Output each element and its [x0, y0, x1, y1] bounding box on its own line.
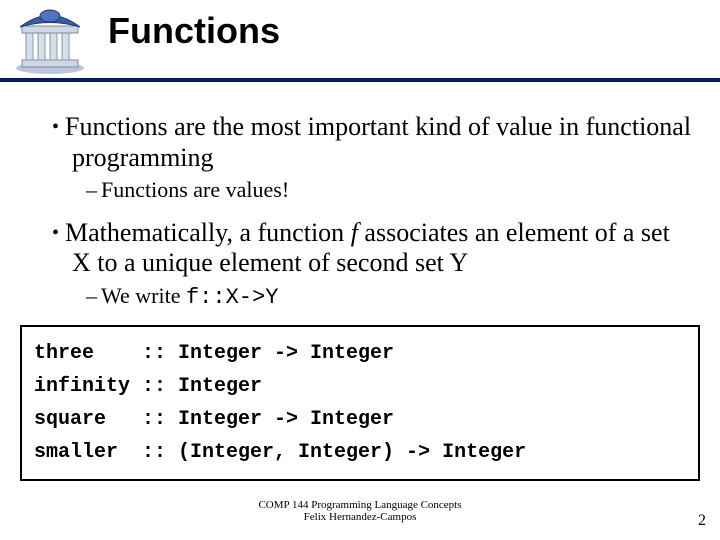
- slide-title: Functions: [108, 10, 280, 52]
- bullet-level1: •Functions are the most important kind o…: [52, 112, 692, 173]
- italic-f: f: [351, 218, 358, 247]
- bullet-marker: •: [52, 116, 65, 138]
- content-area: •Functions are the most important kind o…: [0, 82, 720, 311]
- header: Functions: [0, 0, 720, 82]
- footer-line1: COMP 144 Programming Language Concepts: [0, 499, 720, 512]
- footer: COMP 144 Programming Language Concepts F…: [0, 499, 720, 524]
- bullet-text: Functions are the most important kind of…: [65, 112, 691, 172]
- bullet-text-part: We write: [101, 283, 186, 308]
- code-line: infinity :: Integer: [34, 375, 262, 398]
- bullet-marker: –: [86, 177, 101, 202]
- code-box: three :: Integer -> Integer infinity :: …: [20, 325, 700, 481]
- code-line: three :: Integer -> Integer: [34, 342, 394, 365]
- mono-inline: f::X->Y: [186, 285, 278, 310]
- page-number: 2: [698, 512, 706, 530]
- bullet-level1: •Mathematically, a function f associates…: [52, 218, 692, 279]
- code-line: smaller :: (Integer, Integer) -> Integer: [34, 441, 526, 464]
- bullet-marker: –: [86, 283, 101, 308]
- logo-icon: [8, 2, 92, 76]
- slide: Functions •Functions are the most import…: [0, 0, 720, 540]
- bullet-text-part: Mathematically, a function: [65, 218, 351, 247]
- bullet-marker: •: [52, 222, 65, 244]
- footer-line2: Felix Hernandez-Campos: [0, 511, 720, 524]
- bullet-level2: –We write f::X->Y: [86, 283, 692, 311]
- bullet-level2: –Functions are values!: [86, 177, 692, 203]
- code-line: square :: Integer -> Integer: [34, 408, 394, 431]
- bullet-text: Functions are values!: [101, 177, 289, 202]
